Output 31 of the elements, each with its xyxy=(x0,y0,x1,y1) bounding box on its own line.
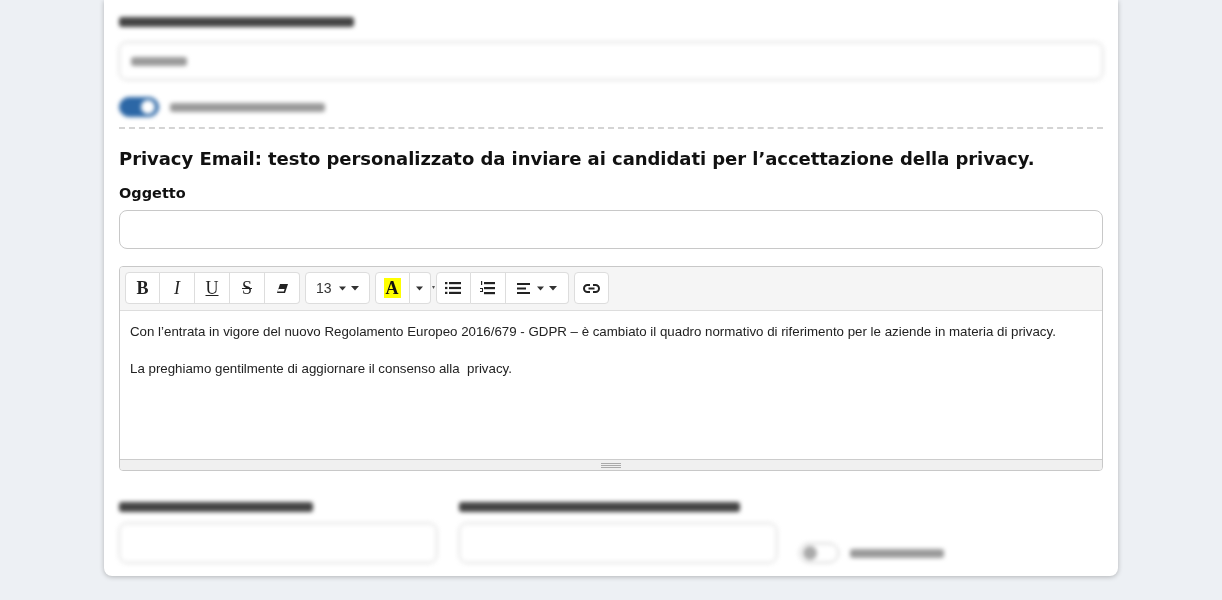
link-button[interactable] xyxy=(573,272,609,304)
align-left-icon xyxy=(516,282,530,294)
underline-button[interactable]: U xyxy=(195,272,230,304)
caret-icon xyxy=(431,286,435,289)
numbered-list-button[interactable] xyxy=(470,272,506,304)
email-paragraph: La preghiamo gentilmente di aggiornare il consenso alla privacy. xyxy=(130,360,513,378)
input-field[interactable] xyxy=(119,42,1103,80)
link-icon xyxy=(582,283,600,293)
numbered-list-icon xyxy=(480,281,496,295)
field-label: Oggetto xyxy=(119,184,187,203)
caret-icon xyxy=(338,285,359,291)
italic-button[interactable]: I xyxy=(160,272,195,304)
clear-format-button[interactable] xyxy=(265,272,300,304)
subject-input[interactable] xyxy=(119,210,1103,249)
toggle-switch[interactable] xyxy=(799,543,839,563)
bold-button[interactable]: B xyxy=(125,272,160,304)
caret-icon xyxy=(536,285,557,291)
bullet-list-button[interactable] xyxy=(435,272,471,304)
color-dropdown-button[interactable] xyxy=(409,272,431,304)
text-color-button[interactable]: A xyxy=(374,272,410,304)
eraser-icon xyxy=(276,283,288,293)
grip-icon xyxy=(601,462,621,468)
toggle-switch[interactable] xyxy=(119,97,159,117)
section-heading: Privacy Email: testo personalizzato da inviare ai candidati per l’accettazione della privacy. xyxy=(119,148,1036,170)
font-size-dropdown[interactable]: 13 xyxy=(305,272,370,304)
email-paragraph: Con l’entrata in vigore del nuovo Regolamento Europeo 2016/679 - GDPR – è cambiato il quadro normativo di riferimento per le aziende in materia di privacy. xyxy=(130,323,1057,341)
blurred-text xyxy=(131,56,187,66)
align-dropdown[interactable] xyxy=(505,272,569,304)
resize-handle[interactable] xyxy=(120,459,1102,470)
strikethrough-button[interactable]: S xyxy=(230,272,265,304)
bullet-list-icon xyxy=(445,282,462,294)
